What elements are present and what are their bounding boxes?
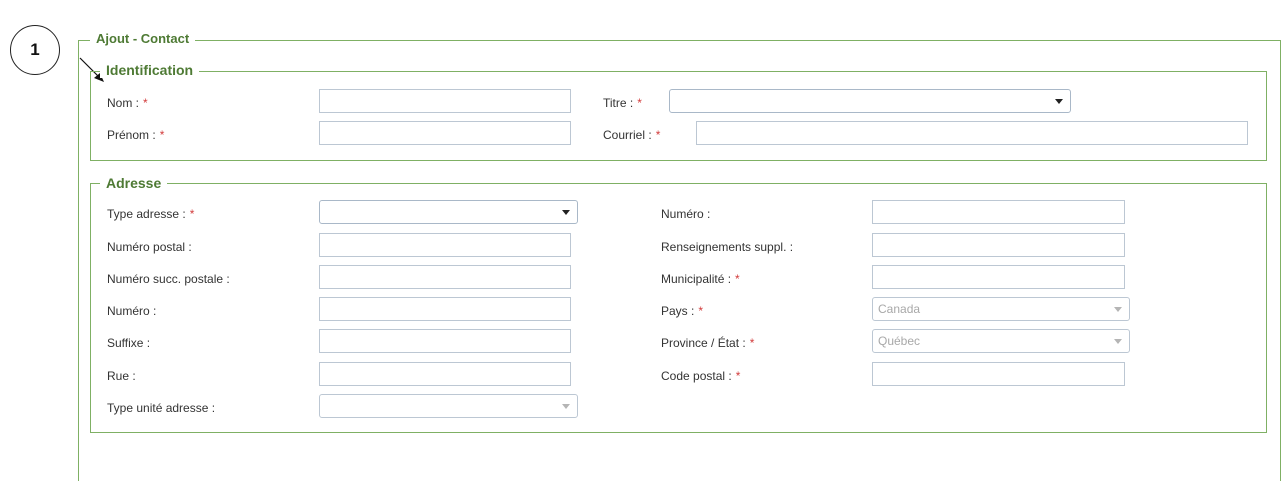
code-postal-input[interactable] (872, 362, 1125, 386)
municipalite-label: Municipalité : * (661, 272, 740, 286)
titre-select[interactable] (669, 89, 1071, 113)
renseignements-input[interactable] (872, 233, 1125, 257)
municipalite-input[interactable] (872, 265, 1125, 289)
identification-group (90, 71, 1267, 161)
numero-right-label: Numéro : (661, 207, 711, 221)
renseignements-label: Renseignements suppl. : (661, 240, 794, 254)
type-unite-label: Type unité adresse : (107, 401, 216, 415)
required-marker: * (159, 128, 165, 142)
adresse-title: Adresse (100, 175, 168, 191)
type-adresse-label: Type adresse : * (107, 207, 195, 221)
prenom-input[interactable] (319, 121, 571, 145)
type-adresse-select[interactable] (319, 200, 578, 224)
titre-label: Titre : * (603, 96, 642, 110)
province-select[interactable]: Québec (872, 329, 1130, 353)
chevron-down-icon (1114, 307, 1122, 312)
numero-succ-label: Numéro succ. postale : (107, 272, 230, 286)
courriel-label: Courriel : * (603, 128, 661, 142)
chevron-down-icon (562, 210, 570, 215)
prenom-label: Prénom : * (107, 128, 165, 142)
numero-left-label: Numéro : (107, 304, 157, 318)
pays-label: Pays : * (661, 304, 704, 318)
rue-input[interactable] (319, 362, 571, 386)
required-marker: * (655, 128, 661, 142)
required-marker: * (735, 272, 740, 286)
rue-label: Rue : (107, 369, 136, 383)
pays-select[interactable]: Canada (872, 297, 1130, 321)
pays-value: Canada (878, 302, 921, 316)
required-marker: * (749, 336, 755, 350)
suffixe-input[interactable] (319, 329, 571, 353)
chevron-down-icon (1114, 339, 1122, 344)
suffixe-label: Suffixe : (107, 336, 151, 350)
required-marker: * (698, 304, 704, 318)
numero-postal-label: Numéro postal : (107, 240, 192, 254)
required-marker: * (637, 96, 642, 110)
nom-label: Nom : * (107, 96, 148, 110)
type-unite-select[interactable] (319, 394, 578, 418)
required-marker: * (735, 369, 741, 383)
code-postal-label: Code postal : * (661, 369, 741, 383)
numero-postal-input[interactable] (319, 233, 571, 257)
required-marker: * (143, 96, 148, 110)
form-title: Ajout - Contact (90, 31, 196, 46)
province-value: Québec (878, 334, 921, 348)
chevron-down-icon (562, 404, 570, 409)
required-marker: * (189, 207, 195, 221)
numero-right-input[interactable] (872, 200, 1125, 224)
numero-left-input[interactable] (319, 297, 571, 321)
province-label: Province / État : * (661, 336, 755, 350)
chevron-down-icon (1055, 99, 1063, 104)
nom-input[interactable] (319, 89, 571, 113)
numero-succ-input[interactable] (319, 265, 571, 289)
identification-title: Identification (100, 62, 200, 78)
courriel-input[interactable] (696, 121, 1248, 145)
